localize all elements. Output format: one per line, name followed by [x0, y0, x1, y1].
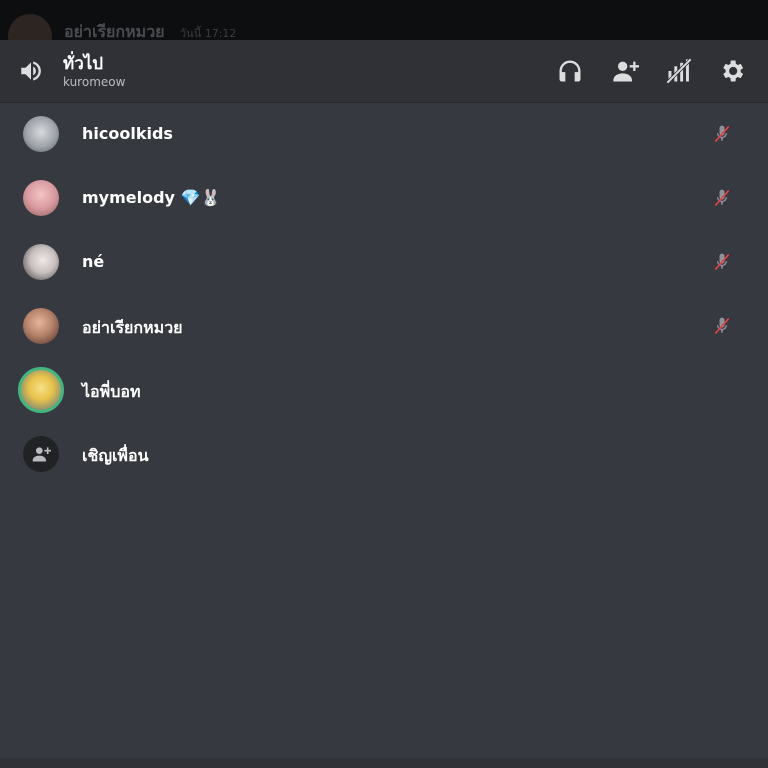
bottom-bar — [0, 758, 768, 768]
invite-avatar — [23, 436, 59, 472]
background-message-author: อย่าเรียกหมวย — [64, 22, 165, 40]
voice-signal-off-icon[interactable] — [665, 57, 693, 85]
background-avatar — [8, 14, 52, 40]
add-user-icon[interactable] — [611, 57, 639, 85]
invite-friends-label: เชิญเพื่อน — [82, 446, 149, 465]
voice-member-list: hicoolkids mymelody 💎🐰 né อย่าเรียกหมวย — [0, 102, 768, 486]
member-row[interactable]: hicoolkids — [0, 102, 768, 166]
avatar — [23, 244, 59, 280]
member-row[interactable]: mymelody 💎🐰 — [0, 166, 768, 230]
member-name: ไอพี่บอท — [82, 382, 141, 401]
muted-mic-icon — [712, 316, 732, 336]
server-name: kuromeow — [63, 75, 126, 89]
member-row[interactable]: né — [0, 230, 768, 294]
avatar — [23, 180, 59, 216]
panel-header: ทั่วไป kuromeow — [0, 40, 768, 102]
avatar-speaking — [18, 367, 64, 413]
member-row[interactable]: อย่าเรียกหมวย — [0, 294, 768, 358]
voice-channel-panel: ทั่วไป kuromeow hicoolkids mymelody 💎🐰 n… — [0, 40, 768, 758]
member-row[interactable]: ไอพี่บอท — [0, 358, 768, 422]
background-message-time: วันนี้ 17:12 — [180, 27, 237, 40]
member-name: hicoolkids — [82, 124, 173, 143]
muted-mic-icon — [712, 188, 732, 208]
muted-mic-icon — [712, 124, 732, 144]
speaker-icon — [18, 58, 44, 84]
background-chat-strip: อย่าเรียกหมวย วันนี้ 17:12 — [0, 0, 768, 40]
avatar — [23, 116, 59, 152]
muted-mic-icon — [712, 252, 732, 272]
member-name: né — [82, 252, 105, 271]
member-name: อย่าเรียกหมวย — [82, 318, 183, 337]
headphones-icon[interactable] — [556, 57, 584, 85]
add-user-icon — [32, 447, 51, 462]
member-name: mymelody 💎🐰 — [82, 188, 221, 207]
settings-icon[interactable] — [718, 57, 746, 85]
invite-friends-row[interactable]: เชิญเพื่อน — [0, 422, 768, 486]
channel-name: ทั่วไป — [63, 54, 104, 74]
avatar — [23, 308, 59, 344]
